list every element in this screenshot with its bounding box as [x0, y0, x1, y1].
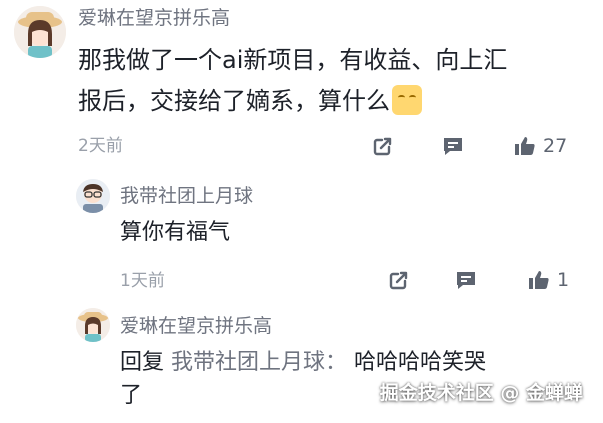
- like-count: 27: [543, 135, 568, 157]
- share-button[interactable]: [371, 134, 395, 158]
- share-arrow-icon: [373, 137, 392, 156]
- like-button[interactable]: 27: [513, 134, 567, 158]
- comment-bubble-icon: [457, 272, 475, 289]
- reply-text: 算你有福气: [120, 220, 231, 245]
- reply-target-user[interactable]: 我带社团上月球：: [171, 350, 347, 375]
- comment-text-line2: 报后，交接给了嫡系，算什么: [78, 83, 422, 119]
- thumbs-up-icon: [529, 271, 549, 289]
- like-button[interactable]: 1: [527, 268, 569, 292]
- watermark: 掘金技术社区 @ 金蝉蝉: [379, 382, 583, 404]
- comment-author[interactable]: 爱琳在望京拼乐高: [78, 6, 230, 30]
- share-arrow-icon: [389, 271, 408, 290]
- thumbs-up-icon: [515, 137, 535, 155]
- emoji-grin-icon: [392, 85, 422, 115]
- reply-author[interactable]: 爱琳在望京拼乐高: [120, 314, 272, 338]
- reply-author[interactable]: 我带社团上月球: [120, 184, 253, 208]
- reply-text-line1: 回复 我带社团上月球： 哈哈哈哈笑哭: [120, 347, 486, 379]
- reply-text-line2: 了: [120, 383, 143, 408]
- comment-button[interactable]: [441, 134, 465, 158]
- avatar[interactable]: [14, 6, 66, 58]
- comment-button[interactable]: [454, 268, 478, 292]
- reply-time: 1天前: [120, 271, 165, 291]
- share-button[interactable]: [387, 268, 411, 292]
- comment-text-line2-content: 报后，交接给了嫡系，算什么: [78, 87, 390, 115]
- comment-bubble-icon: [444, 138, 462, 155]
- reply-prefix: 回复: [120, 350, 165, 375]
- comment-time: 2天前: [78, 136, 123, 156]
- comment-text-line1: 那我做了一个ai新项目，有收益、向上汇: [78, 46, 508, 74]
- reply-text-content: 哈哈哈哈笑哭: [354, 350, 487, 375]
- avatar[interactable]: [76, 179, 110, 213]
- like-count: 1: [557, 269, 570, 291]
- avatar[interactable]: [76, 308, 110, 342]
